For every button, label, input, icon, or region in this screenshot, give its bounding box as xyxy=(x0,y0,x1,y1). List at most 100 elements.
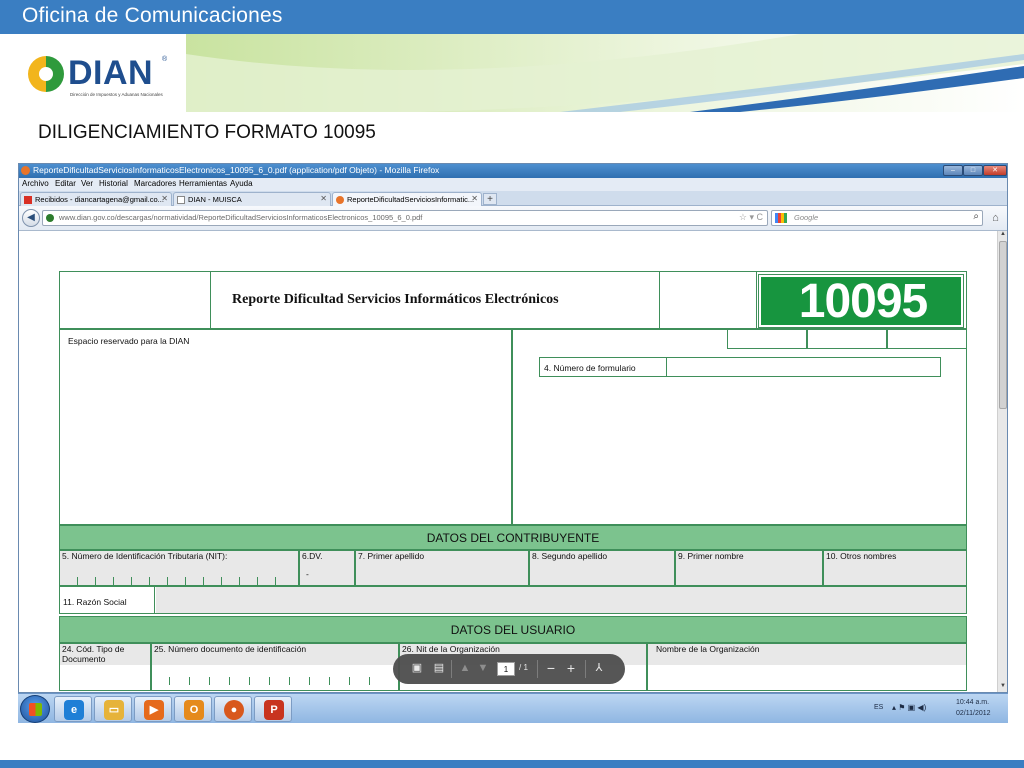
reserved-space-label: Espacio reservado para la DIAN xyxy=(68,336,190,346)
tab-dian-muisca[interactable]: DIAN - MUISCA ✕ xyxy=(173,192,331,206)
menu-marcadores[interactable]: Marcadores xyxy=(134,179,176,188)
zoom-in-icon[interactable]: + xyxy=(563,661,579,677)
start-button[interactable] xyxy=(20,695,50,723)
logo-text: DIAN xyxy=(68,54,154,92)
tab-label: DIAN - MUISCA xyxy=(188,195,242,204)
save-icon[interactable]: ▣ xyxy=(409,661,425,677)
menu-herramientas[interactable]: Herramientas xyxy=(179,179,227,188)
page-total: / 1 xyxy=(519,663,528,672)
documento-digit-tick xyxy=(329,677,330,685)
search-input[interactable]: Google xyxy=(794,213,818,222)
firefox-icon: ● xyxy=(224,700,244,720)
logo-subtitle: Dirección de Impuestos y Aduanas Naciona… xyxy=(70,92,163,97)
tab-label: ReporteDificultadServiciosInformatic... xyxy=(347,195,475,204)
adobe-icon[interactable]: ⅄ xyxy=(591,661,607,677)
clock-time[interactable]: 10:44 a.m. xyxy=(956,699,989,706)
scroll-thumb[interactable] xyxy=(999,241,1007,409)
documento-digit-tick xyxy=(309,677,310,685)
google-icon[interactable] xyxy=(775,213,787,223)
media-player-icon: ▶ xyxy=(144,700,164,720)
menu-editar[interactable]: Editar xyxy=(55,179,76,188)
toolbar-divider xyxy=(537,660,538,678)
slide-header-title: Oficina de Comunicaciones xyxy=(22,4,283,27)
window-titlebar[interactable]: ReporteDificultadServiciosInformaticosEl… xyxy=(19,164,1007,178)
sun-emblem-icon xyxy=(28,56,64,92)
taskbar-outlook[interactable]: O xyxy=(174,696,212,722)
magnifier-icon[interactable]: ⌕ xyxy=(973,211,979,222)
clock-date[interactable]: 02/11/2012 xyxy=(956,710,991,717)
zoom-out-icon[interactable]: − xyxy=(543,661,559,677)
page-number-input[interactable]: 1 xyxy=(497,662,515,676)
tab-close-icon[interactable]: ✕ xyxy=(161,194,168,203)
navigation-bar: ◀ www.dian.gov.co/descargas/normatividad… xyxy=(19,206,1007,231)
menu-ver[interactable]: Ver xyxy=(81,179,93,188)
home-icon[interactable]: ⌂ xyxy=(987,210,1004,227)
documento-digit-tick xyxy=(289,677,290,685)
form-title: Reporte Dificultad Servicios Informático… xyxy=(232,292,559,307)
print-icon[interactable]: ▤ xyxy=(431,661,447,677)
file-explorer-icon: ▭ xyxy=(104,700,124,720)
close-button[interactable]: ✕ xyxy=(983,165,1007,176)
star-icon[interactable]: ☆ ▾ C xyxy=(739,212,763,223)
tab-label: Recibidos - diancartagena@gmail.co... xyxy=(35,195,164,204)
nit-digit-tick xyxy=(131,577,132,585)
taskbar-firefox[interactable]: ● xyxy=(214,696,252,722)
form-cell xyxy=(887,329,967,349)
taskbar-powerpoint[interactable]: P xyxy=(254,696,292,722)
tipo-documento-label: 24. Cód. Tipo de Documento xyxy=(62,644,125,664)
toolbar-divider xyxy=(585,660,586,678)
firefox-pdf-icon xyxy=(336,196,344,204)
otros-nombres-label: 10. Otros nombres xyxy=(826,551,897,561)
page-down-icon[interactable]: ▼ xyxy=(475,661,491,677)
menu-archivo[interactable]: Archivo xyxy=(22,179,49,188)
section-usuario: DATOS DEL USUARIO xyxy=(59,616,967,643)
menu-bar: Archivo Editar Ver Historial Marcadores … xyxy=(19,178,1007,191)
scroll-down-icon[interactable]: ▼ xyxy=(998,683,1007,692)
taskbar-ie[interactable]: e xyxy=(54,696,92,722)
url-bar[interactable]: www.dian.gov.co/descargas/normatividad/R… xyxy=(42,210,768,226)
segundo-apellido-label: 8. Segundo apellido xyxy=(532,551,608,561)
tab-close-icon[interactable]: ✕ xyxy=(320,194,327,203)
nit-digit-tick xyxy=(257,577,258,585)
window-title: ReporteDificultadServiciosInformaticosEl… xyxy=(33,165,440,175)
powerpoint-icon: P xyxy=(264,700,284,720)
search-bar[interactable]: Google ⌕ xyxy=(771,210,983,226)
form-cell xyxy=(727,329,807,349)
tab-pdf[interactable]: ReporteDificultadServiciosInformatic... … xyxy=(332,192,482,206)
windows-logo-icon xyxy=(29,703,42,716)
back-arrow-icon[interactable]: ◀ xyxy=(22,209,40,227)
tray-icons[interactable]: ▴ ⚑ ▣ ◀) xyxy=(892,703,926,712)
new-tab-button[interactable]: + xyxy=(483,193,497,205)
primer-apellido-label: 7. Primer apellido xyxy=(358,551,425,561)
razon-social-field[interactable] xyxy=(156,587,966,613)
nit-organizacion-label: 26. Nit de la Organización xyxy=(402,644,500,654)
form-header-left-cell xyxy=(59,271,211,329)
browser-window: ReporteDificultadServiciosInformaticosEl… xyxy=(18,163,1008,693)
nit-digit-tick xyxy=(149,577,150,585)
windows-taskbar: e ▭ ▶ O ● P ES ▴ ⚑ ▣ ◀) 10:44 a.m. 02/11… xyxy=(18,693,1008,723)
vertical-scrollbar[interactable]: ▲ ▼ xyxy=(997,231,1007,692)
internet-explorer-icon: e xyxy=(64,700,84,720)
taskbar-explorer[interactable]: ▭ xyxy=(94,696,132,722)
language-indicator[interactable]: ES xyxy=(874,704,883,711)
documento-digit-tick xyxy=(249,677,250,685)
maximize-button[interactable]: □ xyxy=(963,165,983,176)
site-identity-icon[interactable] xyxy=(46,214,54,222)
tab-close-icon[interactable]: ✕ xyxy=(471,194,478,203)
minimize-button[interactable]: – xyxy=(943,165,963,176)
reserved-space-box xyxy=(59,329,512,525)
taskbar-media-player[interactable]: ▶ xyxy=(134,696,172,722)
menu-ayuda[interactable]: Ayuda xyxy=(230,179,253,188)
page-up-icon[interactable]: ▲ xyxy=(457,661,473,677)
menu-historial[interactable]: Historial xyxy=(99,179,128,188)
nit-digit-tick xyxy=(275,577,276,585)
documento-digit-tick xyxy=(269,677,270,685)
nombre-organizacion-label: Nombre de la Organización xyxy=(656,644,760,654)
documento-digit-tick xyxy=(209,677,210,685)
dv-label: 6.DV. xyxy=(302,551,323,561)
scroll-up-icon[interactable]: ▲ xyxy=(998,231,1007,240)
documento-digit-tick xyxy=(229,677,230,685)
tab-gmail[interactable]: Recibidos - diancartagena@gmail.co... ✕ xyxy=(20,192,172,206)
primer-nombre-label: 9. Primer nombre xyxy=(678,551,744,561)
form-number-badge: 10095 xyxy=(758,274,964,328)
